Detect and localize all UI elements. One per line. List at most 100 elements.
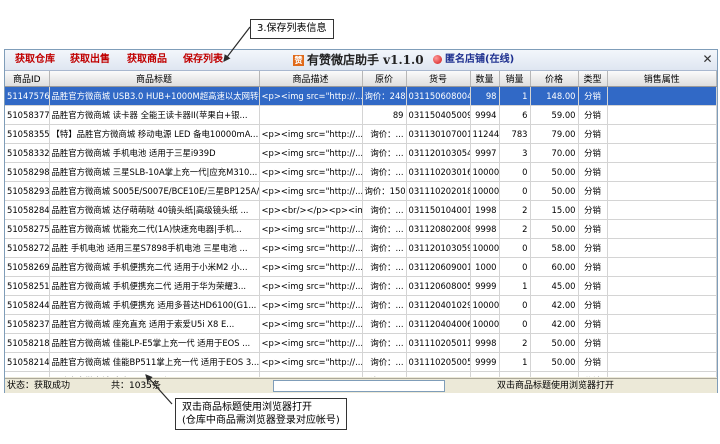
get-on-sale-button[interactable]: 获取出售 xyxy=(70,53,110,67)
cell-product-id: 51058298 xyxy=(5,162,50,182)
cell-attributes xyxy=(607,333,717,353)
cell-type: 分销 xyxy=(578,219,608,239)
cell-sku: 031110203016 xyxy=(406,162,471,182)
status-bar: 状态：获取成功 共：1035条 双击商品标题使用浏览器打开 xyxy=(5,378,717,393)
item-count: 共：1035条 xyxy=(111,381,161,391)
cell-sku: 031110205011 xyxy=(406,333,471,353)
cell-sku: 031110202018 xyxy=(406,181,471,201)
table-row[interactable]: 51058293 品胜官方微商城 S005E/S007E/BCE10E/三星BP1… xyxy=(5,181,717,201)
cell-original-price: 询价：150 xyxy=(362,181,407,201)
col-header-desc[interactable]: 商品描述 xyxy=(259,71,363,87)
cell-product-id: 51058244 xyxy=(5,295,50,315)
cell-product-title[interactable]: 品胜官方微商城 佳能BP511掌上充一代 适用于EOS 3... xyxy=(49,352,260,372)
cell-price: 50.00 xyxy=(530,352,579,372)
cell-quantity: 10000 xyxy=(470,371,500,377)
cell-quantity: 11244 xyxy=(470,124,500,144)
cell-product-title[interactable]: 品胜官方微商城 座充VF815 适用于JVCNM400 D330A... xyxy=(49,371,260,377)
cell-product-title[interactable]: 品胜官方微商城 达仔萌萌哒 40镜头纸|高级镜头纸 ... xyxy=(49,200,260,220)
cell-product-title[interactable]: 品胜 手机电池 适用三星S7898手机电池 三星电池 ... xyxy=(49,238,260,258)
cell-product-title[interactable]: 品胜官方微商城 读卡器 全能王读卡器II(苹果白+银... xyxy=(49,105,260,125)
cell-sku: 031120103054 xyxy=(406,143,471,163)
cell-product-title[interactable]: 品胜官方微商城 USB3.0 HUB+1000M超高速以太网转换器 xyxy=(49,86,260,106)
get-warehouse-button[interactable]: 获取仓库 xyxy=(15,53,55,67)
cell-quantity: 9998 xyxy=(470,333,500,353)
table-row[interactable]: 51058218 品胜官方微商城 佳能LP-E5掌上充一代 适用于EOS ... <… xyxy=(5,333,717,353)
cell-price: 58.00 xyxy=(530,238,579,258)
annotation-line-2: (仓库中商品需浏览器登录对应帐号) xyxy=(182,415,340,426)
cell-original-price: 询价：... xyxy=(362,352,407,372)
col-header-title[interactable]: 商品标题 xyxy=(49,71,260,87)
cell-description: <p><img src="http://... xyxy=(259,238,363,258)
save-list-button[interactable]: 保存列表 xyxy=(183,53,223,67)
cell-product-title[interactable]: 品胜官方微商城 手机便携充 适用多普达HD6100(G1... xyxy=(49,295,260,315)
cell-attributes xyxy=(607,295,717,315)
table-row[interactable]: 51058298 品胜官方微商城 三星SLB-10A掌上充一代|应充M310...… xyxy=(5,162,717,182)
table-row[interactable]: 51058284 品胜官方微商城 达仔萌萌哒 40镜头纸|高级镜头纸 ... <p>… xyxy=(5,200,717,220)
table-row[interactable]: 51058208品胜官方微商城 座充VF815 适用于JVCNM400 D330… xyxy=(5,371,717,377)
col-header-orig-price[interactable]: 原价 xyxy=(362,71,407,87)
cell-product-title[interactable]: 品胜官方微商城 S005E/S007E/BCE10E/三星BP125A/... xyxy=(49,181,260,201)
col-header-attributes[interactable]: 销售属性 xyxy=(607,71,717,87)
cell-description: <p><img src="http://... xyxy=(259,314,363,334)
cell-product-title[interactable]: 品胜官方微商城 手机便携充二代 适用于小米M2 小... xyxy=(49,257,260,277)
cell-product-id: 51058218 xyxy=(5,333,50,353)
cell-attributes xyxy=(607,352,717,372)
cell-sales: 2 xyxy=(499,219,531,239)
cell-product-title[interactable]: 品胜官方微商城 座充直充 适用于索爱U5i X8 E... xyxy=(49,314,260,334)
col-header-sku[interactable]: 货号 xyxy=(406,71,471,87)
table-row[interactable]: 51058251 品胜官方微商城 手机便携充二代 适用于华为荣耀3... <p><i… xyxy=(5,276,717,296)
cell-description: <p><img src="http://... xyxy=(259,162,363,182)
cell-type: 分销 xyxy=(578,371,608,377)
cell-price: 50.00 xyxy=(530,181,579,201)
cell-product-title[interactable]: 品胜官方微商城 佳能LP-E5掌上充一代 适用于EOS ... xyxy=(49,333,260,353)
cell-product-id: 51058214 xyxy=(5,352,50,372)
table-row[interactable]: 51058269 品胜官方微商城 手机便携充二代 适用于小米M2 小... <p><… xyxy=(5,257,717,277)
table-row[interactable]: 51058275 品胜官方微商城 忧能充二代(1A)快速充电器|手机... <p><… xyxy=(5,219,717,239)
cell-quantity: 9998 xyxy=(470,219,500,239)
cell-product-title[interactable]: 品胜官方微商城 忧能充二代(1A)快速充电器|手机... xyxy=(49,219,260,239)
cell-product-title[interactable]: 品胜官方微商城 三星SLB-10A掌上充一代|应充M310... xyxy=(49,162,260,182)
cell-quantity: 1000 xyxy=(470,257,500,277)
cell-sku: 031110209001 xyxy=(406,371,471,377)
cell-product-id: 51058293 xyxy=(5,181,50,201)
cell-quantity: 9999 xyxy=(470,276,500,296)
col-header-sales[interactable]: 销量 xyxy=(499,71,531,87)
cell-product-title[interactable]: 品胜官方微商城 手机电池 适用于三星i939D xyxy=(49,143,260,163)
cell-description: <p><img src="http://... xyxy=(259,257,363,277)
get-products-button[interactable]: 获取商品 xyxy=(127,53,167,67)
col-header-type[interactable]: 类型 xyxy=(578,71,608,87)
cell-quantity: 10000 xyxy=(470,162,500,182)
cell-sales: 1 xyxy=(499,276,531,296)
cell-description: <p><img src="http://... xyxy=(259,276,363,296)
table-row[interactable]: 51058272 品胜 手机电池 适用三星S7898手机电池 三星电池 ... <p… xyxy=(5,238,717,258)
cell-price: 60.00 xyxy=(530,257,579,277)
cell-attributes xyxy=(607,276,717,296)
cell-product-title[interactable]: 【特】品胜官方微商城 移动电源 LED 备电10000mA... xyxy=(49,124,260,144)
annotation-save-list: 3.保存列表信息 xyxy=(250,19,334,39)
table-row[interactable]: 51147576 品胜官方微商城 USB3.0 HUB+1000M超高速以太网转换… xyxy=(5,86,717,106)
cell-price: 148.00 xyxy=(530,86,579,106)
cell-price: 50.00 xyxy=(530,333,579,353)
table-row[interactable]: 51058214 品胜官方微商城 佳能BP511掌上充一代 适用于EOS 3...… xyxy=(5,352,717,372)
cell-price: 50.00 xyxy=(530,162,579,182)
cell-type: 分销 xyxy=(578,124,608,144)
table-row[interactable]: 51058355 【特】品胜官方微商城 移动电源 LED 备电10000mA...… xyxy=(5,124,717,144)
app-logo-icon: 赞 xyxy=(293,55,304,66)
cell-type: 分销 xyxy=(578,238,608,258)
table-row[interactable]: 51058377 品胜官方微商城 读卡器 全能王读卡器II(苹果白+银... 89 0… xyxy=(5,105,717,125)
cell-sku: 031150104001 xyxy=(406,200,471,220)
cell-sku: 031110205005 xyxy=(406,352,471,372)
annotation-line-1: 双击商品标题使用浏览器打开 xyxy=(182,402,312,413)
col-header-price[interactable]: 价格 xyxy=(530,71,579,87)
table-row[interactable]: 51058237 品胜官方微商城 座充直充 适用于索爱U5i X8 E... <p>… xyxy=(5,314,717,334)
col-header-id[interactable]: 商品ID xyxy=(5,71,50,87)
app-title: 赞有赞微店助手 v1.1.0 xyxy=(293,52,424,68)
cell-product-title[interactable]: 品胜官方微商城 手机便携充二代 适用于华为荣耀3... xyxy=(49,276,260,296)
table-row[interactable]: 51058332 品胜官方微商城 手机电池 适用于三星i939D <p><img s… xyxy=(5,143,717,163)
cell-type: 分销 xyxy=(578,314,608,334)
close-icon[interactable]: ✕ xyxy=(701,53,714,66)
table-row[interactable]: 51058244 品胜官方微商城 手机便携充 适用多普达HD6100(G1... <… xyxy=(5,295,717,315)
col-header-quantity[interactable]: 数量 xyxy=(470,71,500,87)
cell-quantity: 9994 xyxy=(470,105,500,125)
product-table[interactable]: 商品ID 商品标题 商品描述 原价 货号 数量 销量 价格 类型 销售属性 51147576 品胜官… xyxy=(5,71,717,377)
